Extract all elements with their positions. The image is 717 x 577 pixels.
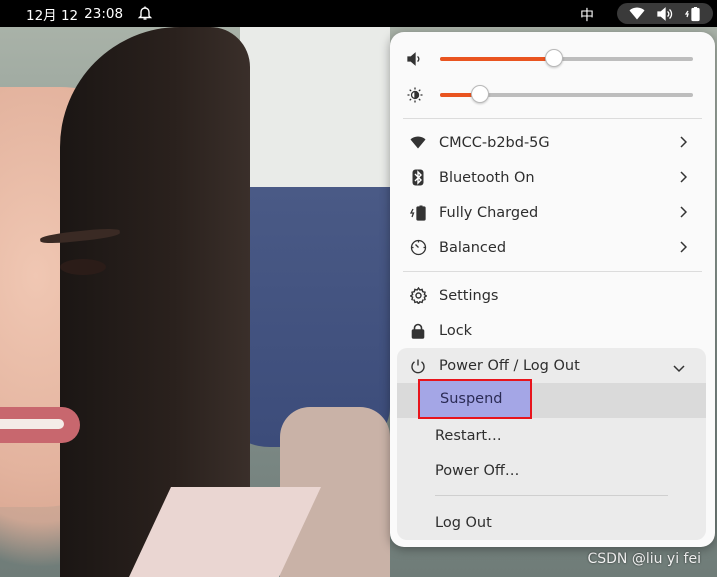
clock-date: 12月 12 — [26, 7, 79, 24]
clock-time: 23:08 — [84, 5, 124, 22]
lock-menu-item[interactable]: Lock — [402, 313, 703, 348]
clock[interactable]: 12月 12 23:08 — [26, 0, 123, 27]
power-mode-menu-item[interactable]: Balanced — [402, 230, 703, 265]
restart-menu-item[interactable]: Restart… — [397, 418, 706, 453]
volume-slider-handle[interactable] — [544, 49, 563, 67]
chevron-right-icon — [679, 136, 688, 152]
divider — [435, 495, 668, 496]
wifi-label: CMCC-b2bd-5G — [439, 134, 550, 151]
battery-icon — [685, 6, 701, 22]
volume-icon — [657, 6, 673, 21]
wifi-icon — [629, 7, 645, 20]
volume-icon — [406, 50, 424, 68]
bell-icon[interactable] — [137, 5, 153, 21]
wallpaper-teeth — [0, 419, 64, 429]
brightness-slider-handle[interactable] — [471, 85, 490, 103]
chevron-down-icon — [673, 361, 685, 377]
brightness-slider-row — [402, 82, 702, 106]
power-off-label: Power Off… — [435, 462, 520, 479]
power-off-log-out-menu-item[interactable]: Power Off / Log Out — [402, 348, 701, 383]
bluetooth-icon — [408, 168, 428, 188]
input-method-indicator[interactable]: 中 — [580, 5, 594, 25]
volume-slider-fill — [440, 57, 554, 61]
log-out-menu-item[interactable]: Log Out — [397, 505, 706, 540]
watermark: CSDN @liu yi fei — [587, 551, 701, 567]
wifi-menu-item[interactable]: CMCC-b2bd-5G — [402, 125, 703, 160]
battery-menu-item[interactable]: Fully Charged — [402, 195, 703, 230]
power-mode-icon — [408, 238, 428, 258]
power-submenu: Power Off / Log Out Restart… Power Off… … — [397, 348, 706, 540]
volume-slider-row — [402, 46, 702, 70]
lock-label: Lock — [439, 322, 473, 339]
restart-label: Restart… — [435, 427, 502, 444]
log-out-label: Log Out — [435, 514, 492, 531]
bluetooth-label: Bluetooth On — [439, 169, 535, 186]
bluetooth-menu-item[interactable]: Bluetooth On — [402, 160, 703, 195]
chevron-right-icon — [679, 241, 688, 257]
system-status-area[interactable] — [617, 3, 713, 24]
wallpaper-shirt — [240, 27, 390, 197]
gear-icon — [408, 286, 428, 306]
settings-menu-item[interactable]: Settings — [402, 278, 703, 313]
quick-settings-menu: CMCC-b2bd-5G Bluetooth On Fully Charged — [390, 32, 715, 547]
divider — [403, 271, 702, 272]
power-icon — [408, 356, 428, 376]
lock-icon — [408, 321, 428, 341]
power-off-log-out-label: Power Off / Log Out — [439, 357, 580, 374]
brightness-slider[interactable] — [440, 85, 693, 103]
volume-slider[interactable] — [440, 49, 693, 67]
brightness-icon — [406, 86, 424, 104]
battery-icon — [408, 203, 428, 223]
suspend-label: Suspend — [440, 391, 503, 407]
power-off-menu-item[interactable]: Power Off… — [397, 453, 706, 488]
divider — [403, 118, 702, 119]
suspend-menu-item[interactable]: Suspend — [418, 379, 532, 419]
chevron-right-icon — [679, 206, 688, 222]
wifi-icon — [408, 133, 428, 153]
chevron-right-icon — [679, 171, 688, 187]
wallpaper-eye — [60, 259, 106, 275]
battery-label: Fully Charged — [439, 204, 539, 221]
power-mode-label: Balanced — [439, 239, 507, 256]
settings-label: Settings — [439, 287, 499, 304]
top-bar: 12月 12 23:08 中 — [0, 0, 717, 27]
